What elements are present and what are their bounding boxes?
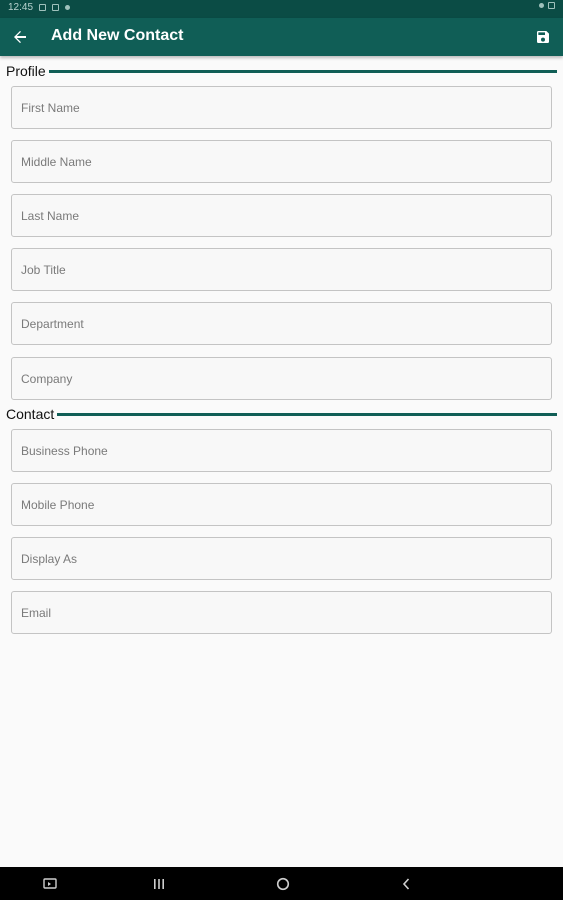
section-header-profile: Profile [6,62,557,80]
system-nav-bar [0,867,563,900]
mobile-phone-field[interactable] [11,483,552,526]
display-as-input[interactable] [12,538,551,579]
screenshot-icon [43,878,57,889]
email-field[interactable] [11,591,552,634]
nav-back-button[interactable] [394,875,418,893]
status-time: 12:45 [8,2,34,13]
recent-apps-icon [154,879,164,889]
back-button[interactable] [8,25,32,49]
section-divider [57,412,557,416]
company-input[interactable] [12,358,551,399]
home-button[interactable] [271,875,295,893]
section-header-contact: Contact [6,405,557,423]
arrow-back-icon [14,31,26,43]
last-name-field[interactable] [11,194,552,237]
battery-icon [548,2,555,9]
app-bar: Add New Contact [0,18,563,56]
business-phone-input[interactable] [12,430,551,471]
first-name-input[interactable] [12,87,551,128]
job-title-field[interactable] [11,248,552,291]
company-field[interactable] [11,357,552,400]
save-icon [537,31,549,43]
status-right [539,2,555,9]
status-left: 12:45 [8,2,71,13]
settings-notification-icon [65,5,71,10]
page-title: Add New Contact [51,27,184,44]
department-field[interactable] [11,302,552,345]
middle-name-field[interactable] [11,140,552,183]
status-bar: 12:45 [0,0,563,18]
last-name-input[interactable] [12,195,551,236]
first-name-field[interactable] [11,86,552,129]
department-input[interactable] [12,303,551,344]
mobile-phone-input[interactable] [12,484,551,525]
gallery-notification-icon [39,4,47,11]
job-title-input[interactable] [12,249,551,290]
screenshot-button[interactable] [38,875,62,893]
business-phone-field[interactable] [11,429,552,472]
section-label-profile: Profile [6,63,46,79]
wifi-icon [539,3,544,8]
display-as-field[interactable] [11,537,552,580]
section-divider [48,69,557,73]
email-input[interactable] [12,592,551,633]
message-notification-icon [52,4,60,11]
recent-apps-button[interactable] [147,875,171,893]
save-button[interactable] [531,25,555,49]
home-icon [276,877,290,891]
section-label-contact: Contact [6,406,55,422]
middle-name-input[interactable] [12,141,551,182]
back-icon [402,878,410,890]
